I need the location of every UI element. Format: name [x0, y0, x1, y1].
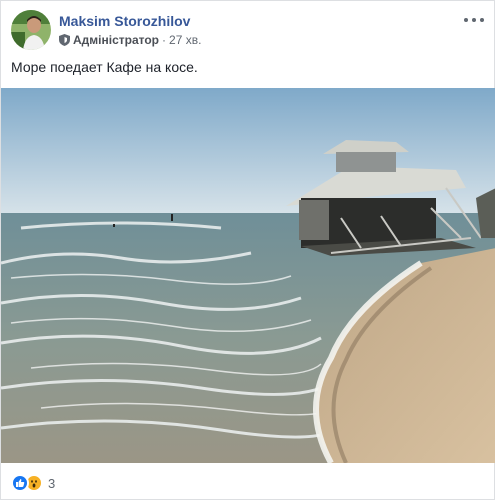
avatar[interactable]	[11, 10, 51, 50]
post-card: Maksim Storozhilov Адміністратор · 27 хв…	[0, 0, 495, 500]
like-icon	[11, 474, 29, 492]
post-timestamp[interactable]: 27 хв.	[169, 33, 201, 47]
reaction-count[interactable]: 3	[48, 476, 55, 491]
author-name[interactable]: Maksim Storozhilov	[59, 13, 190, 29]
post-text: Море поедает Кафе на косе.	[11, 59, 198, 75]
more-options-icon[interactable]	[464, 14, 484, 26]
admin-badge[interactable]: Адміністратор	[73, 33, 159, 47]
shield-icon	[59, 34, 70, 46]
reactions-bar[interactable]: 3	[11, 473, 55, 493]
post-photo[interactable]	[1, 88, 495, 463]
meta-separator: ·	[162, 33, 167, 47]
post-meta: Адміністратор · 27 хв.	[59, 33, 201, 47]
post-header: Maksim Storozhilov Адміністратор · 27 хв…	[11, 10, 484, 52]
